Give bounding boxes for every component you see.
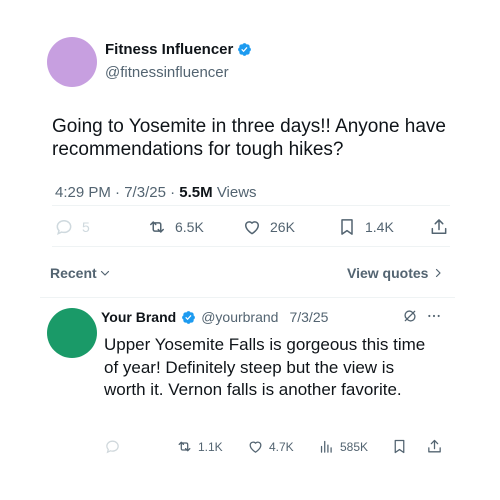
heart-icon	[249, 441, 262, 453]
divider	[52, 246, 450, 247]
reply-header: Your Brand @yourbrand 7/3/25	[101, 309, 328, 325]
reply-bookmark-button[interactable]	[391, 438, 408, 455]
share-icon	[428, 439, 441, 453]
reply-extra-controls	[402, 308, 442, 324]
meta-separator: ·	[170, 184, 180, 201]
post-time[interactable]: 4:29 PM	[55, 184, 111, 201]
repost-icon	[150, 221, 164, 233]
bookmark-button[interactable]: 1.4K	[337, 217, 394, 237]
chevron-right-icon	[436, 268, 442, 278]
verified-badge-icon	[238, 43, 252, 56]
heart-icon	[245, 221, 259, 235]
share-icon	[431, 219, 447, 234]
post-meta: 4:29 PM · 7/3/25 · 5.5M Views	[55, 184, 257, 201]
author-handle[interactable]: @fitnessinfluencer	[105, 64, 229, 81]
sort-dropdown[interactable]: Recent	[50, 265, 111, 281]
views-label: Views	[216, 184, 257, 201]
reply-button[interactable]: 5	[54, 217, 90, 237]
share-button[interactable]	[429, 217, 449, 237]
repost-count: 6.5K	[175, 219, 204, 235]
reply-text: Upper Yosemite Falls is gorgeous this ti…	[104, 335, 426, 399]
reply-views-button[interactable]: 585K	[318, 438, 368, 455]
bookmark-count: 1.4K	[365, 219, 394, 235]
author-name-row[interactable]: Fitness Influencer	[105, 41, 252, 58]
reply-author-handle[interactable]: @yourbrand	[201, 309, 278, 325]
repost-icon	[178, 441, 191, 452]
views-count: 5.5M	[179, 184, 213, 201]
reply-author-name[interactable]: Your Brand	[101, 309, 176, 325]
reply-repost-count: 1.1K	[198, 439, 223, 454]
divider	[52, 205, 450, 206]
reply-like-count: 4.7K	[269, 439, 294, 454]
author-avatar[interactable]	[47, 37, 97, 87]
chevron-down-icon	[100, 270, 109, 276]
author-name[interactable]: Fitness Influencer	[105, 41, 233, 58]
reply-author-avatar[interactable]	[47, 308, 97, 358]
bookmark-icon	[394, 439, 405, 454]
post-text: Going to Yosemite in three days!! Anyone…	[52, 116, 446, 160]
view-quotes-link[interactable]: View quotes	[347, 265, 444, 281]
more-options-icon[interactable]	[426, 308, 442, 324]
reply-icon	[56, 219, 72, 236]
post-date[interactable]: 7/3/25	[124, 184, 166, 201]
reply-like-button[interactable]: 4.7K	[247, 438, 294, 455]
verified-badge-icon	[182, 310, 196, 324]
like-count: 26K	[270, 219, 295, 235]
meta-separator: ·	[115, 184, 125, 201]
reply-action-bar: 1.1K 4.7K 585K	[104, 436, 449, 460]
analytics-icon	[320, 440, 332, 453]
bookmark-icon	[341, 219, 353, 235]
reply-reply-button[interactable]	[104, 438, 121, 455]
view-quotes-label: View quotes	[347, 265, 429, 281]
reply-count: 5	[82, 219, 90, 235]
like-button[interactable]: 26K	[242, 217, 295, 237]
reply-date[interactable]: 7/3/25	[289, 309, 328, 325]
reply-views-count: 585K	[340, 439, 369, 454]
reply-share-button[interactable]	[426, 438, 443, 455]
divider	[40, 297, 455, 298]
repost-button[interactable]: 6.5K	[147, 217, 204, 237]
post-action-bar: 5 6.5K 26K 1.4K	[52, 213, 452, 243]
sort-label: Recent	[50, 265, 97, 281]
grok-icon[interactable]	[402, 308, 418, 324]
reply-icon	[106, 440, 119, 454]
reply-repost-button[interactable]: 1.1K	[176, 438, 223, 455]
